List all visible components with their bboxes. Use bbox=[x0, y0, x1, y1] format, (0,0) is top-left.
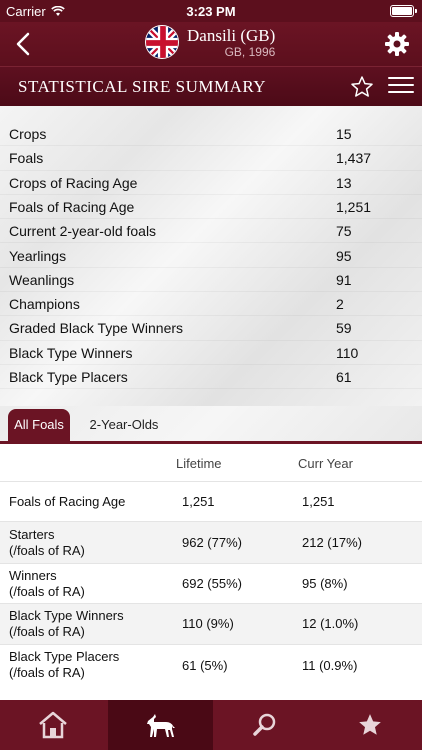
row-label: Black Type Winners (/foals of RA) bbox=[9, 608, 124, 639]
summary-value: 95 bbox=[336, 247, 352, 264]
column-header-curr-year: Curr Year bbox=[298, 456, 353, 471]
tab-search[interactable] bbox=[212, 700, 317, 750]
summary-label: Graded Black Type Winners bbox=[9, 320, 184, 337]
summary-row-bt-winners: Black Type Winners 110 bbox=[0, 341, 422, 365]
tab-all-foals[interactable]: All Foals bbox=[8, 409, 70, 441]
tab-home[interactable] bbox=[0, 700, 105, 750]
gear-icon bbox=[385, 32, 409, 56]
row-label: Black Type Placers (/foals of RA) bbox=[9, 649, 120, 680]
horse-name: Dansili (GB) bbox=[187, 25, 276, 45]
summary-value: 110 bbox=[336, 344, 359, 361]
table-header: Lifetime Curr Year bbox=[0, 444, 422, 481]
summary-value: 75 bbox=[336, 223, 352, 240]
tab-horse[interactable] bbox=[108, 700, 213, 750]
summary-value: 2 bbox=[336, 296, 344, 313]
search-icon bbox=[252, 713, 275, 736]
status-time: 3:23 PM bbox=[186, 4, 236, 19]
table-row: Black Type Winners (/foals of RA) 110 (9… bbox=[0, 603, 422, 644]
summary-value: 13 bbox=[336, 174, 352, 191]
battery-icon bbox=[390, 5, 417, 17]
summary-row-two-year-olds: Current 2-year-old foals 75 bbox=[0, 219, 422, 244]
tab-two-year-olds[interactable]: 2-Year-Olds bbox=[84, 409, 164, 441]
summary-value: 61 bbox=[336, 369, 352, 385]
lifetime-value: 692 (55%) bbox=[182, 576, 242, 591]
back-button[interactable] bbox=[8, 29, 38, 59]
summary-label: Foals bbox=[9, 150, 44, 167]
summary-row-champions: Champions 2 bbox=[0, 292, 422, 317]
lifetime-value: 1,251 bbox=[182, 494, 215, 509]
foal-tabs: All Foals 2-Year-Olds bbox=[0, 406, 422, 444]
bottom-tab-bar bbox=[0, 700, 422, 750]
summary-label: Crops bbox=[9, 126, 47, 142]
summary-value: 91 bbox=[336, 271, 352, 288]
summary-row-bt-placers: Black Type Placers 61 bbox=[0, 365, 422, 390]
nav-bar: Dansili (GB) GB, 1996 bbox=[0, 22, 422, 66]
row-label: Foals of Racing Age bbox=[9, 494, 126, 509]
summary-list: Crops 15 Foals 1,437 Crops of Racing Age… bbox=[0, 106, 422, 406]
curr-year-value: 1,251 bbox=[302, 494, 335, 509]
lifetime-value: 61 (5%) bbox=[182, 658, 228, 673]
summary-row-foals-racing-age: Foals of Racing Age 1,251 bbox=[0, 195, 422, 220]
summary-label: Current 2-year-old foals bbox=[9, 223, 157, 240]
summary-row-weanlings: Weanlings 91 bbox=[0, 268, 422, 293]
row-label: Starters (/foals of RA) bbox=[9, 527, 85, 558]
tab-favorites[interactable] bbox=[317, 700, 422, 750]
section-header: STATISTICAL SIRE SUMMARY bbox=[0, 66, 422, 106]
lifetime-value: 110 (9%) bbox=[182, 616, 234, 631]
chevron-left-icon bbox=[16, 32, 30, 56]
table-row: Black Type Placers (/foals of RA) 61 (5%… bbox=[0, 644, 422, 686]
summary-row-crops: Crops 15 bbox=[0, 122, 422, 147]
curr-year-value: 212 (17%) bbox=[302, 535, 362, 550]
status-bar: Carrier 3:23 PM bbox=[0, 0, 422, 22]
menu-line bbox=[388, 84, 414, 86]
horse-meta: GB, 1996 bbox=[224, 44, 276, 59]
summary-label: Champions bbox=[9, 296, 80, 313]
summary-value: 59 bbox=[336, 320, 352, 337]
horse-icon bbox=[146, 714, 175, 737]
table-row: Foals of Racing Age 1,251 1,251 bbox=[0, 481, 422, 521]
summary-label: Black Type Winners bbox=[9, 344, 133, 361]
table-row: Winners (/foals of RA) 692 (55%) 95 (8%) bbox=[0, 563, 422, 603]
summary-value: 15 bbox=[336, 126, 352, 142]
menu-line bbox=[388, 91, 414, 93]
summary-label: Yearlings bbox=[9, 247, 67, 264]
summary-row-foals: Foals 1,437 bbox=[0, 146, 422, 171]
home-icon bbox=[38, 711, 67, 739]
section-title: STATISTICAL SIRE SUMMARY bbox=[18, 77, 267, 96]
favorite-button[interactable] bbox=[350, 75, 374, 99]
curr-year-value: 11 (0.9%) bbox=[302, 658, 358, 673]
summary-label: Black Type Placers bbox=[9, 369, 128, 385]
curr-year-value: 12 (1.0%) bbox=[302, 616, 359, 631]
table-row: Starters (/foals of RA) 962 (77%) 212 (1… bbox=[0, 521, 422, 563]
star-icon bbox=[358, 714, 381, 735]
summary-row-yearlings: Yearlings 95 bbox=[0, 244, 422, 268]
summary-row-crops-racing-age: Crops of Racing Age 13 bbox=[0, 171, 422, 195]
summary-value: 1,437 bbox=[336, 150, 372, 167]
uk-flag-icon bbox=[145, 25, 179, 59]
summary-label: Weanlings bbox=[9, 271, 75, 288]
curr-year-value: 95 (8%) bbox=[302, 576, 348, 591]
settings-button[interactable] bbox=[384, 31, 410, 57]
star-outline-icon bbox=[351, 76, 373, 97]
lifetime-value: 962 (77%) bbox=[182, 535, 242, 550]
summary-label: Crops of Racing Age bbox=[9, 174, 138, 191]
row-label: Winners (/foals of RA) bbox=[9, 568, 85, 599]
summary-value: 1,251 bbox=[336, 198, 372, 215]
stats-table: Lifetime Curr Year Foals of Racing Age 1… bbox=[0, 444, 422, 700]
column-header-lifetime: Lifetime bbox=[176, 456, 222, 471]
summary-label: Foals of Racing Age bbox=[9, 198, 135, 215]
menu-button[interactable] bbox=[388, 77, 414, 97]
horse-header: Dansili (GB) GB, 1996 bbox=[145, 25, 275, 59]
summary-row-graded-bt-winners: Graded Black Type Winners 59 bbox=[0, 316, 422, 341]
menu-line bbox=[388, 77, 414, 79]
